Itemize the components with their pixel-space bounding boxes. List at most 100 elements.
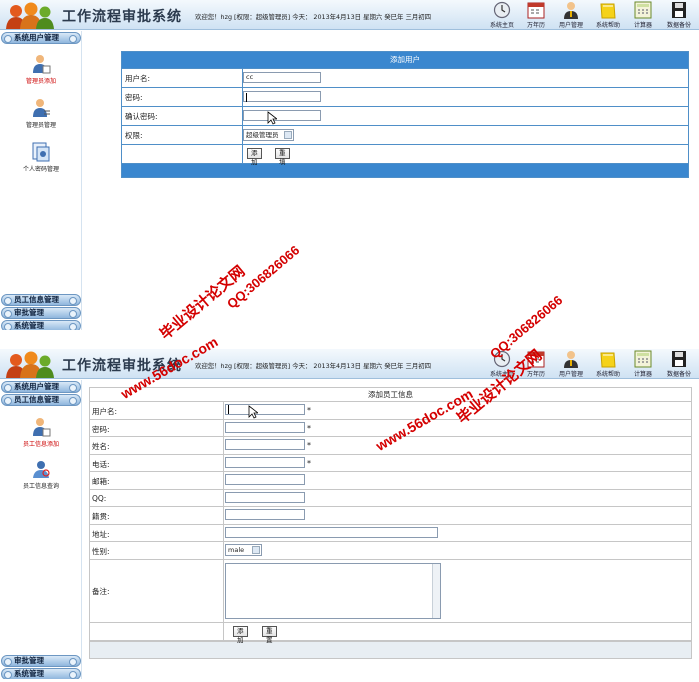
- reset-button[interactable]: 重置: [262, 625, 277, 644]
- native-place-input[interactable]: [225, 509, 305, 520]
- sidebar-group-employee-info[interactable]: 员工信息管理: [1, 394, 81, 406]
- help-folder-icon: [600, 352, 616, 368]
- panel-title: 添加用户: [122, 52, 688, 68]
- sidebar-group-system-users[interactable]: 系统用户管理: [1, 32, 81, 44]
- top-banner: 工作流程审批系统 欢迎您！hzg [权限：超级管理员] 今天： 2013年4月1…: [0, 349, 699, 379]
- add-button[interactable]: 添加: [247, 148, 262, 166]
- sidebar: 系统用户管理 管理员添加 管理员管理 个人密码管理 员工信息管理 审批管理 系统…: [0, 31, 82, 330]
- admin-manage-icon: [33, 99, 50, 117]
- clock-icon: [493, 1, 511, 19]
- toolbar-user-manage[interactable]: 用户管理: [555, 1, 587, 29]
- mouse-pointer-icon: [267, 111, 277, 125]
- toolbar-help[interactable]: 系统帮助: [592, 350, 624, 378]
- address-input[interactable]: [225, 526, 438, 538]
- username-input[interactable]: [225, 404, 305, 415]
- form-row-permission: 权限: 超级管理员: [122, 125, 688, 144]
- form-row-username: 用户名: *: [90, 402, 691, 420]
- required-mark: *: [307, 441, 311, 450]
- add-employee-form: 添加员工信息 用户名: * 密码: * 姓名: * 电话: * 邮箱: QQ: …: [89, 387, 692, 659]
- remark-textarea[interactable]: [225, 562, 441, 619]
- welcome-text: 欢迎您！hzg [权限：超级管理员] 今天： 2013年4月13日 星期六 癸巳…: [195, 362, 432, 370]
- help-folder-icon: [600, 3, 616, 19]
- textarea-scrollbar[interactable]: [432, 563, 440, 618]
- form-row-gender: 性别: male: [90, 542, 691, 560]
- sidebar-item-employee-add[interactable]: 员工信息添加: [0, 416, 82, 448]
- top-banner: 工作流程审批系统 欢迎您！hzg [权限：超级管理员] 今天： 2013年4月1…: [0, 0, 699, 30]
- toolbar-calculator[interactable]: 计算器: [627, 350, 659, 378]
- sidebar-item-employee-query[interactable]: 员工信息查询: [0, 458, 82, 490]
- password-input[interactable]: [243, 91, 321, 102]
- password-input[interactable]: [225, 421, 305, 433]
- user-icon: [564, 2, 578, 19]
- permission-select[interactable]: 超级管理员: [243, 129, 294, 141]
- user-icon: [564, 351, 578, 368]
- screenshot-add-employee: 工作流程审批系统 欢迎您！hzg [权限：超级管理员] 今天： 2013年4月1…: [0, 349, 699, 679]
- screenshot-add-user: 工作流程审批系统 欢迎您！hzg [权限：超级管理员] 今天： 2013年4月1…: [0, 0, 699, 330]
- sidebar-item-admin-add[interactable]: 管理员添加: [0, 53, 82, 85]
- form-row-address: 地址:: [90, 524, 691, 542]
- chevron-down-icon: [284, 131, 292, 139]
- panel-footer: [122, 163, 688, 177]
- toolbar-user-manage[interactable]: 用户管理: [555, 350, 587, 378]
- sidebar-group-system-users[interactable]: 系统用户管理: [1, 381, 81, 393]
- mouse-pointer-icon: [248, 405, 258, 419]
- username-input[interactable]: cc: [243, 72, 321, 83]
- confirm-password-input[interactable]: [243, 110, 321, 121]
- sidebar-group-system[interactable]: 系统管理: [1, 668, 81, 679]
- toolbar-backup[interactable]: 数据备份: [663, 1, 695, 29]
- required-mark: *: [307, 458, 311, 468]
- form-row-username: 用户名: cc: [122, 68, 688, 87]
- name-input[interactable]: [225, 439, 305, 450]
- password-manage-icon: [32, 142, 50, 162]
- sidebar-group-approval[interactable]: 审批管理: [1, 307, 81, 319]
- calculator-icon: [634, 1, 652, 19]
- form-footer: [90, 640, 691, 658]
- toolbar-help[interactable]: 系统帮助: [592, 1, 624, 29]
- welcome-text: 欢迎您！hzg [权限：超级管理员] 今天： 2013年4月13日 星期六 癸巳…: [195, 13, 432, 21]
- floppy-disk-icon: [672, 351, 686, 367]
- logo-people-icon: [6, 2, 54, 29]
- form-row-native-place: 籍贯:: [90, 507, 691, 525]
- email-input[interactable]: [225, 474, 305, 485]
- form-row-password: 密码:: [122, 87, 688, 106]
- qq-input[interactable]: [225, 491, 305, 503]
- gender-select[interactable]: male: [225, 544, 262, 556]
- toolbar-calendar[interactable]: 万年历: [520, 1, 552, 29]
- form-row-actions: 添加 重填: [122, 144, 688, 166]
- sidebar-group-approval[interactable]: 审批管理: [1, 655, 81, 667]
- sidebar-group-employee-info[interactable]: 员工信息管理: [1, 294, 81, 306]
- app-title: 工作流程审批系统: [62, 9, 182, 25]
- sidebar-bottom-groups: 审批管理 系统管理: [0, 654, 81, 679]
- toolbar-calculator[interactable]: 计算器: [627, 1, 659, 29]
- floppy-disk-icon: [672, 2, 686, 18]
- form-row-qq: QQ:: [90, 489, 691, 507]
- form-row-phone: 电话: *: [90, 454, 691, 472]
- toolbar-backup[interactable]: 数据备份: [663, 350, 695, 378]
- toolbar-home[interactable]: 系统主页: [486, 1, 518, 29]
- required-mark: *: [307, 423, 311, 433]
- text-caret: [246, 93, 247, 102]
- calculator-icon: [634, 350, 652, 368]
- sidebar-item-admin-manage[interactable]: 管理员管理: [0, 97, 82, 129]
- form-row-remark: 备注:: [90, 559, 691, 623]
- text-caret: [228, 405, 229, 414]
- reset-button[interactable]: 重填: [275, 148, 290, 166]
- calendar-icon: [527, 2, 545, 19]
- phone-input[interactable]: [225, 456, 305, 468]
- chevron-down-icon: [252, 546, 260, 554]
- employee-query-icon: [33, 461, 50, 478]
- admin-add-icon: [33, 55, 51, 74]
- sidebar: 系统用户管理 员工信息管理 员工信息添加 员工信息查询 审批管理 系统管理: [0, 380, 82, 679]
- form-row-email: 邮箱:: [90, 472, 691, 490]
- sidebar-item-password-manage[interactable]: 个人密码管理: [0, 141, 82, 173]
- employee-add-icon: [33, 418, 51, 437]
- sidebar-group-system[interactable]: 系统管理: [1, 320, 81, 330]
- form-row-confirm-password: 确认密码:: [122, 106, 688, 125]
- required-mark: *: [307, 406, 311, 415]
- logo-people-icon: [6, 351, 54, 378]
- add-button[interactable]: 添加: [233, 625, 248, 644]
- add-user-panel: 添加用户 用户名: cc 密码: 确认密码: 权限: 超级管理员 添加 重填: [121, 51, 689, 178]
- sidebar-bottom-groups: 员工信息管理 审批管理 系统管理: [0, 293, 81, 330]
- form-title: 添加员工信息: [90, 388, 691, 402]
- form-row-actions: 添加 重置: [90, 622, 691, 644]
